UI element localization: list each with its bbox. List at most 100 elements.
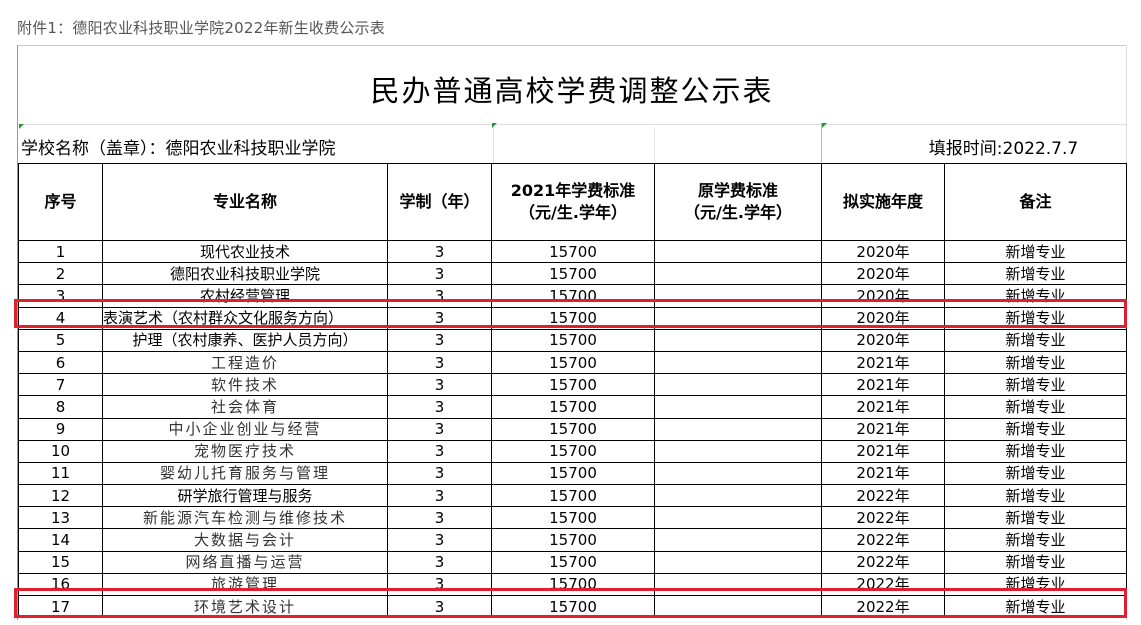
header-row: 序号 专业名称 学制（年） 2021年学费标准 （元/生.学年） 原学费标准 （…	[18, 163, 1127, 241]
cell-seq: 8	[18, 395, 103, 419]
cell-original-fee	[654, 417, 822, 441]
cell-major: 社会体育	[102, 395, 388, 419]
cell-major: 网络直播与运营	[102, 550, 388, 574]
header-fee-2021-line2: （元/生.学年）	[519, 203, 627, 222]
cell-original-fee	[654, 373, 822, 397]
cell-marker	[822, 123, 827, 128]
cell-impl-year: 2022年	[821, 484, 945, 508]
header-fee-2021-line1: 2021年学费标准	[510, 181, 636, 200]
cell-fee-2021: 15700	[491, 417, 655, 441]
table-row: 8 社会体育 3 15700 2021年 新增专业	[18, 395, 1127, 419]
cell-fee-2021: 15700	[491, 528, 655, 552]
cell-remark: 新增专业	[944, 484, 1127, 508]
table-body: 1 现代农业技术 3 15700 2020年 新增专业 2 德阳农业科技职业学院 3 15700 2…	[18, 239, 1127, 619]
cell-seq: 5	[18, 328, 103, 352]
sheet-title: 民办普通高校学费调整公示表	[370, 74, 774, 108]
cell-remark: 新增专业	[944, 328, 1127, 352]
table-row: 15 网络直播与运营 3 15700 2022年 新增专业	[18, 550, 1127, 574]
cell-remark: 新增专业	[944, 350, 1127, 375]
cell-remark: 新增专业	[944, 262, 1127, 286]
cell-fee-2021: 15700	[491, 328, 655, 352]
highlight-box-row-4	[14, 299, 1127, 328]
cell-original-fee	[654, 484, 822, 508]
cell-fee-2021: 15700	[491, 373, 655, 397]
cell-years: 3	[387, 350, 492, 375]
cell-major: 中小企业创业与经营	[102, 417, 388, 441]
header-seq: 序号	[18, 163, 103, 241]
cell-remark: 新增专业	[944, 550, 1127, 574]
cell-impl-year: 2020年	[821, 262, 945, 286]
header-original-fee-line2: （元/生.学年）	[684, 203, 792, 222]
table-row: 1 现代农业技术 3 15700 2020年 新增专业	[18, 239, 1127, 264]
cell-seq: 14	[18, 528, 103, 552]
table-row: 5 护理（农村康养、医护人员方向） 3 15700 2020年 新增专业	[18, 328, 1127, 352]
cell-impl-year: 2021年	[821, 350, 945, 375]
cell-years: 3	[387, 328, 492, 352]
cell-fee-2021: 15700	[491, 262, 655, 286]
cell-remark: 新增专业	[944, 395, 1127, 419]
header-original-fee: 原学费标准 （元/生.学年）	[654, 163, 822, 241]
cell-seq: 11	[18, 461, 103, 486]
cell-impl-year: 2021年	[821, 417, 945, 441]
school-info-row: 学校名称（盖章）：德阳农业科技职业学院 填报时间:2022.7.7	[18, 123, 1126, 163]
title-band: 民办普通高校学费调整公示表	[18, 45, 1126, 129]
cell-original-fee	[654, 461, 822, 486]
cell-major: 软件技术	[102, 373, 388, 397]
cell-impl-year: 2021年	[821, 439, 945, 463]
highlight-box-row-17	[14, 588, 1127, 618]
cell-major: 工程造价	[102, 350, 388, 375]
cell-major: 德阳农业科技职业学院	[102, 262, 388, 286]
table-row: 14 大数据与会计 3 15700 2022年 新增专业	[18, 528, 1127, 552]
header-impl-year: 拟实施年度	[821, 163, 945, 241]
cell-seq: 10	[18, 439, 103, 463]
cell-major: 现代农业技术	[102, 239, 388, 264]
cell-fee-2021: 15700	[491, 350, 655, 375]
cell-years: 3	[387, 506, 492, 530]
cell-major: 护理（农村康养、医护人员方向）	[102, 328, 388, 352]
cell-seq: 6	[18, 350, 103, 375]
table-row: 11 婴幼儿托育服务与管理 3 15700 2021年 新增专业	[18, 461, 1127, 486]
cell-major: 研学旅行管理与服务	[102, 484, 388, 508]
cell-remark: 新增专业	[944, 373, 1127, 397]
cell-marker	[492, 123, 497, 128]
cell-impl-year: 2020年	[821, 239, 945, 264]
cell-impl-year: 2022年	[821, 528, 945, 552]
cell-remark: 新增专业	[944, 528, 1127, 552]
cell-impl-year: 2021年	[821, 461, 945, 486]
cell-years: 3	[387, 395, 492, 419]
fee-table-wrap: 序号 专业名称 学制（年） 2021年学费标准 （元/生.学年） 原学费标准 （…	[18, 163, 1127, 619]
cell-remark: 新增专业	[944, 417, 1127, 441]
cell-seq: 7	[18, 373, 103, 397]
cell-original-fee	[654, 395, 822, 419]
cell-years: 3	[387, 417, 492, 441]
cell-impl-year: 2021年	[821, 373, 945, 397]
table-row: 12 研学旅行管理与服务 3 15700 2022年 新增专业	[18, 484, 1127, 508]
cell-original-fee	[654, 239, 822, 264]
cell-original-fee	[654, 439, 822, 463]
cell-years: 3	[387, 550, 492, 574]
cell-fee-2021: 15700	[491, 439, 655, 463]
fee-sheet: 民办普通高校学费调整公示表 学校名称（盖章）：德阳农业科技职业学院 填报时间:2…	[17, 45, 1127, 620]
cell-divider	[654, 127, 655, 163]
cell-remark: 新增专业	[944, 439, 1127, 463]
attachment-caption: 附件1：德阳农业科技职业学院2022年新生收费公示表	[17, 19, 385, 37]
cell-fee-2021: 15700	[491, 395, 655, 419]
cell-original-fee	[654, 262, 822, 286]
cell-major: 婴幼儿托育服务与管理	[102, 461, 388, 486]
table-row: 2 德阳农业科技职业学院 3 15700 2020年 新增专业	[18, 262, 1127, 286]
cell-years: 3	[387, 373, 492, 397]
cell-impl-year: 2021年	[821, 395, 945, 419]
table-row: 9 中小企业创业与经营 3 15700 2021年 新增专业	[18, 417, 1127, 441]
school-name-label: 学校名称（盖章）：德阳农业科技职业学院	[21, 139, 336, 159]
cell-seq: 9	[18, 417, 103, 441]
cell-major: 大数据与会计	[102, 528, 388, 552]
header-remark: 备注	[944, 163, 1127, 241]
cell-original-fee	[654, 506, 822, 530]
cell-major: 新能源汽车检测与维修技术	[102, 506, 388, 530]
cell-seq: 2	[18, 262, 103, 286]
table-row: 7 软件技术 3 15700 2021年 新增专业	[18, 373, 1127, 397]
cell-impl-year: 2022年	[821, 550, 945, 574]
cell-impl-year: 2020年	[821, 328, 945, 352]
header-fee-2021: 2021年学费标准 （元/生.学年）	[491, 163, 655, 241]
cell-fee-2021: 15700	[491, 484, 655, 508]
